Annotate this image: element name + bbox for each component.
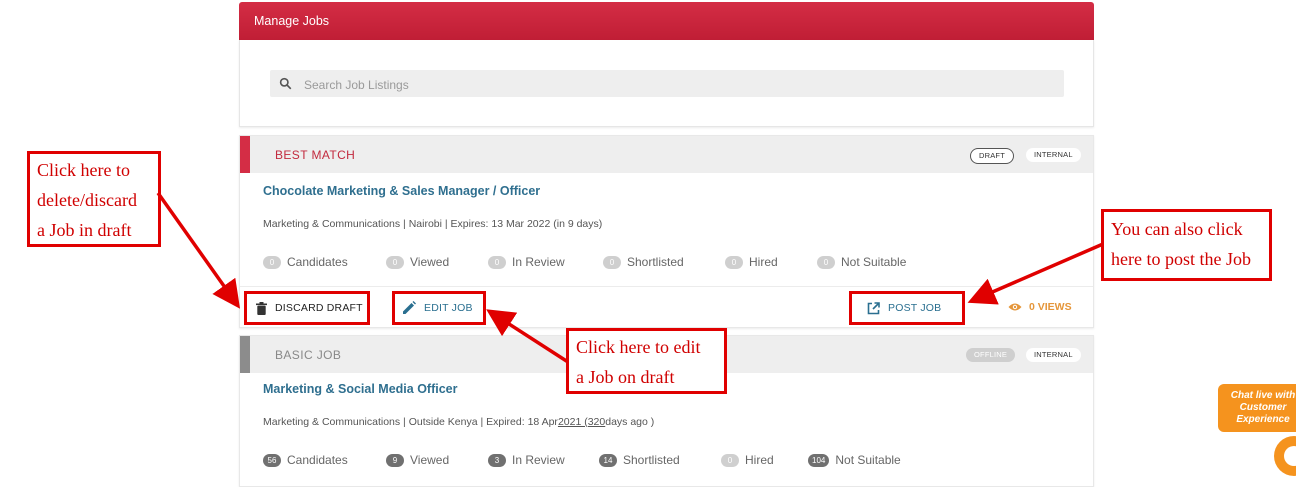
job-meta-suffix: days ago ) (605, 416, 655, 428)
divider (240, 286, 1093, 287)
stat-hired[interactable]: 0 Hired (725, 255, 778, 269)
annotation-line: Click here to edit (576, 337, 701, 357)
stat-shortlisted[interactable]: 0 Shortlisted (603, 255, 684, 269)
stat-label: Hired (745, 453, 774, 467)
stat-not-suitable[interactable]: 104 Not Suitable (808, 453, 901, 467)
annotation-edit: Click here to edit a Job on draft (566, 328, 727, 394)
stat-not-suitable[interactable]: 0 Not Suitable (817, 255, 906, 269)
expiry-link[interactable]: 2021 (320 (558, 416, 605, 428)
chat-line: Customer (1239, 402, 1287, 413)
stat-label: In Review (512, 255, 565, 269)
stat-count: 0 (725, 256, 743, 269)
internal-tag: INTERNAL (1026, 348, 1081, 362)
job-type-label: BEST MATCH (275, 148, 356, 162)
stat-label: Candidates (287, 255, 348, 269)
stat-label: Shortlisted (627, 255, 684, 269)
external-link-icon (867, 301, 880, 314)
stat-label: Candidates (287, 453, 348, 467)
annotation-line: Click here to (37, 160, 130, 180)
stat-shortlisted[interactable]: 14 Shortlisted (599, 453, 680, 467)
chat-line: Chat live with (1230, 390, 1296, 401)
stat-candidates[interactable]: 56 Candidates (263, 453, 348, 467)
internal-tag: INTERNAL (1026, 148, 1081, 162)
job-meta: Marketing & Communications | Nairobi | E… (263, 218, 603, 230)
search-input[interactable] (302, 70, 1046, 99)
stat-viewed[interactable]: 9 Viewed (386, 453, 449, 467)
stat-viewed[interactable]: 0 Viewed (386, 255, 449, 269)
page-title: Manage Jobs (254, 14, 330, 28)
stat-count: 14 (599, 454, 617, 467)
discard-draft-button[interactable]: DISCARD DRAFT (256, 300, 363, 316)
search-panel (239, 40, 1094, 127)
pencil-icon (403, 301, 416, 314)
annotation-discard: Click here to delete/discard a Job in dr… (27, 151, 161, 247)
post-job-button[interactable]: POST JOB (867, 300, 941, 316)
annotation-line: You can also click (1111, 219, 1243, 239)
stat-label: Not Suitable (835, 453, 901, 467)
stat-count: 3 (488, 454, 506, 467)
draft-tag: DRAFT (970, 148, 1014, 164)
stat-count: 0 (263, 256, 281, 269)
views-count: 0 VIEWS (1008, 301, 1072, 313)
views-label: 0 VIEWS (1029, 301, 1072, 313)
chat-live-button[interactable]: Chat live with Customer Experience (1218, 384, 1296, 432)
search-box[interactable] (270, 70, 1064, 99)
stat-label: In Review (512, 453, 565, 467)
job-title-link[interactable]: Marketing & Social Media Officer (263, 382, 458, 396)
stat-label: Hired (749, 255, 778, 269)
stat-in-review[interactable]: 0 In Review (488, 255, 565, 269)
job-meta-text: Marketing & Communications | Outside Ken… (263, 416, 558, 428)
edit-job-button[interactable]: EDIT JOB (402, 300, 473, 316)
chat-line: Experience (1236, 414, 1290, 425)
chat-bubble-icon[interactable] (1274, 436, 1296, 476)
stat-count: 0 (386, 256, 404, 269)
stat-label: Shortlisted (623, 453, 680, 467)
post-job-label: POST JOB (888, 302, 942, 314)
job-type-label: BASIC JOB (275, 348, 342, 362)
stat-count: 0 (817, 256, 835, 269)
discard-draft-label: DISCARD DRAFT (275, 302, 363, 314)
annotation-line: a Job on draft (576, 367, 675, 387)
manage-jobs-header: Manage Jobs (239, 2, 1094, 40)
stat-count: 0 (721, 454, 739, 467)
stat-count: 104 (808, 454, 830, 467)
job-title-link[interactable]: Chocolate Marketing & Sales Manager / Of… (263, 184, 540, 198)
stat-label: Not Suitable (841, 255, 907, 269)
job-card-header: BEST MATCH DRAFT INTERNAL (240, 136, 1093, 173)
stat-label: Viewed (410, 453, 450, 467)
stat-count: 56 (263, 454, 281, 467)
stat-count: 9 (386, 454, 404, 467)
eye-icon (1008, 303, 1022, 311)
edit-job-label: EDIT JOB (424, 302, 473, 314)
search-icon (279, 77, 292, 90)
stat-candidates[interactable]: 0 Candidates (263, 255, 348, 269)
trash-icon (256, 301, 267, 315)
job-meta: Marketing & Communications | Outside Ken… (263, 416, 654, 428)
stat-count: 0 (488, 256, 506, 269)
annotation-line: delete/discard (37, 190, 137, 210)
annotation-line: a Job in draft (37, 220, 132, 240)
annotation-post: You can also click here to post the Job (1101, 209, 1272, 281)
job-card-draft: BEST MATCH DRAFT INTERNAL Chocolate Mark… (239, 135, 1094, 328)
arrow-discard (156, 191, 241, 309)
stat-in-review[interactable]: 3 In Review (488, 453, 565, 467)
stat-hired[interactable]: 0 Hired (721, 453, 774, 467)
offline-tag: OFFLINE (966, 348, 1016, 362)
annotation-line: here to post the Job (1111, 249, 1251, 269)
stat-label: Viewed (410, 255, 450, 269)
stat-count: 0 (603, 256, 621, 269)
